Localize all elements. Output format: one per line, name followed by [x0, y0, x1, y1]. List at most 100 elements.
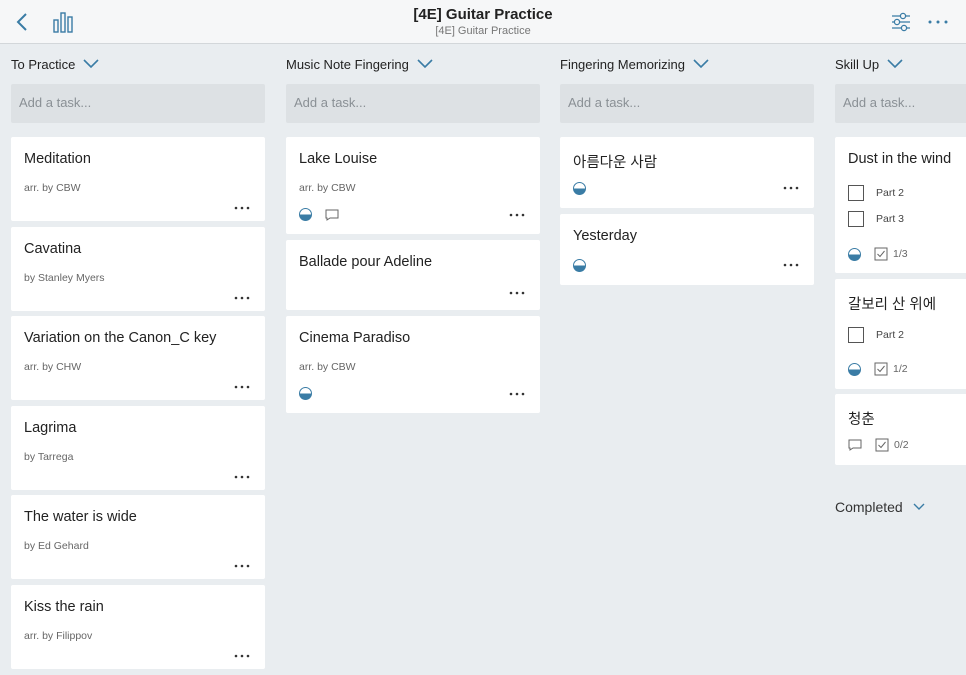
- card-title: The water is wide: [24, 509, 137, 525]
- card-more-icon[interactable]: [508, 391, 526, 397]
- card-indicators: 1/2: [848, 362, 908, 376]
- card-title: Lake Louise: [299, 151, 378, 167]
- card-more-icon[interactable]: [233, 563, 251, 569]
- more-options-icon[interactable]: [926, 11, 950, 33]
- card-indicators: 0/2: [848, 438, 909, 452]
- comment-icon: [848, 439, 862, 451]
- checkbox[interactable]: [848, 211, 864, 227]
- card-title: Variation on the Canon_C key: [24, 330, 217, 346]
- card-subtitle: by Stanley Myers: [24, 272, 105, 284]
- card-subtitle: arr. by CBW: [299, 182, 356, 194]
- card-indicators: [299, 208, 339, 221]
- top-bar: [4E] Guitar Practice [4E] Guitar Practic…: [0, 0, 966, 44]
- task-card[interactable]: Lagrima by Tarrega: [11, 406, 265, 490]
- card-subtitle: arr. by CBW: [24, 182, 81, 194]
- card-indicators: [299, 387, 312, 400]
- checklist-count: 1/3: [893, 248, 908, 260]
- column-music-note-fingering: Music Note Fingering Add a task... Lake …: [286, 44, 540, 444]
- task-card[interactable]: Variation on the Canon_C key arr. by CHW: [11, 316, 265, 400]
- checklist-icon: [874, 362, 888, 376]
- chevron-down-icon: [887, 59, 903, 69]
- chevron-down-icon: [83, 59, 99, 69]
- card-more-icon[interactable]: [233, 474, 251, 480]
- column-header[interactable]: Fingering Memorizing: [560, 44, 814, 84]
- add-task-input[interactable]: Add a task...: [560, 84, 814, 123]
- chevron-down-icon: [913, 503, 925, 510]
- column-title: To Practice: [11, 56, 76, 72]
- progress-half-icon: [299, 208, 312, 221]
- card-title: Cinema Paradiso: [299, 330, 411, 346]
- progress-half-icon: [299, 387, 312, 400]
- card-more-icon[interactable]: [782, 185, 800, 191]
- checkbox[interactable]: [848, 185, 864, 201]
- column-header[interactable]: Skill Up: [835, 44, 966, 84]
- checklist-count: 1/2: [893, 363, 908, 375]
- sliders-icon[interactable]: [890, 11, 912, 33]
- board-subtitle: [4E] Guitar Practice: [435, 25, 531, 37]
- checklist-item: Part 2: [848, 327, 904, 343]
- task-card[interactable]: The water is wide by Ed Gehard: [11, 495, 265, 579]
- task-card[interactable]: Ballade pour Adeline: [286, 240, 540, 310]
- progress-half-icon: [848, 362, 861, 376]
- task-card[interactable]: Cinema Paradiso arr. by CBW: [286, 316, 540, 413]
- board-title: [4E] Guitar Practice: [413, 6, 553, 23]
- column-to-practice: To Practice Add a task... Meditation arr…: [11, 44, 265, 675]
- add-task-input[interactable]: Add a task...: [835, 84, 966, 123]
- card-title: 청춘: [848, 412, 875, 428]
- card-more-icon[interactable]: [233, 653, 251, 659]
- column-title: Skill Up: [835, 56, 880, 72]
- add-task-input[interactable]: Add a task...: [11, 84, 265, 123]
- card-title: Kiss the rain: [24, 599, 104, 615]
- card-more-icon[interactable]: [508, 212, 526, 218]
- task-card[interactable]: 갈보리 산 위에 Part 2 1/2: [835, 279, 966, 389]
- card-title: Dust in the wind: [848, 151, 952, 167]
- add-task-input[interactable]: Add a task...: [286, 84, 540, 123]
- task-card[interactable]: Kiss the rain arr. by Filippov: [11, 585, 265, 669]
- card-title: Yesterday: [573, 228, 637, 244]
- card-more-icon[interactable]: [508, 290, 526, 296]
- card-indicators: 1/3: [848, 247, 908, 261]
- checklist-icon: [875, 438, 889, 452]
- card-more-icon[interactable]: [782, 262, 800, 268]
- comment-icon: [325, 209, 339, 221]
- card-subtitle: arr. by CBW: [299, 361, 356, 373]
- checklist-icon: [874, 247, 888, 261]
- card-title: 아름다운 사람: [573, 155, 658, 171]
- card-title: Cavatina: [24, 241, 82, 257]
- card-indicators: [573, 182, 586, 195]
- column-fingering-memorizing: Fingering Memorizing Add a task... 아름다운 …: [560, 44, 814, 304]
- column-header[interactable]: Music Note Fingering: [286, 44, 540, 84]
- card-title: Meditation: [24, 151, 91, 167]
- checkbox[interactable]: [848, 327, 864, 343]
- completed-section-toggle[interactable]: Completed: [835, 499, 925, 515]
- card-subtitle: arr. by CHW: [24, 361, 82, 373]
- card-subtitle: by Ed Gehard: [24, 540, 89, 552]
- checklist-item: Part 3: [848, 211, 904, 227]
- task-card[interactable]: 청춘 0/2: [835, 394, 966, 465]
- card-title: Ballade pour Adeline: [299, 254, 433, 270]
- checklist-item-label: Part 2: [876, 329, 905, 341]
- task-card[interactable]: Meditation arr. by CBW: [11, 137, 265, 221]
- task-card[interactable]: 아름다운 사람: [560, 137, 814, 208]
- column-title: Fingering Memorizing: [560, 56, 685, 72]
- chevron-down-icon: [417, 59, 433, 69]
- card-title: 갈보리 산 위에: [848, 297, 937, 313]
- task-card[interactable]: Yesterday: [560, 214, 814, 285]
- task-card[interactable]: Lake Louise arr. by CBW: [286, 137, 540, 234]
- chevron-down-icon: [693, 59, 709, 69]
- card-more-icon[interactable]: [233, 205, 251, 211]
- card-more-icon[interactable]: [233, 295, 251, 301]
- column-header[interactable]: To Practice: [11, 44, 265, 84]
- checklist-item-label: Part 2: [876, 187, 905, 199]
- progress-half-icon: [573, 182, 586, 195]
- column-skill-up: Skill Up Add a task... Dust in the wind …: [835, 44, 966, 484]
- checklist-item-label: Part 3: [876, 213, 905, 225]
- checklist-item: Part 2: [848, 185, 904, 201]
- card-more-icon[interactable]: [233, 384, 251, 390]
- task-card[interactable]: Cavatina by Stanley Myers: [11, 227, 265, 311]
- checklist-count: 0/2: [894, 439, 909, 451]
- card-subtitle: by Tarrega: [24, 451, 74, 463]
- completed-label: Completed: [835, 499, 903, 515]
- task-card[interactable]: Dust in the wind Part 2 Part 3 1/3: [835, 137, 966, 273]
- card-subtitle: arr. by Filippov: [24, 630, 93, 642]
